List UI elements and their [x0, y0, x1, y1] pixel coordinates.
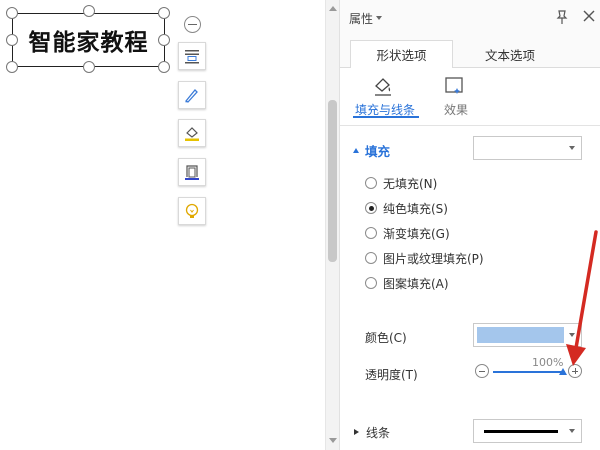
text-box[interactable]: 智能家教程 — [12, 13, 165, 67]
radio-picture-fill[interactable]: 图片或纹理填充(P) — [365, 249, 484, 267]
outline-icon — [185, 165, 199, 180]
chevron-down-icon[interactable] — [376, 16, 382, 20]
increase-transparency-button[interactable] — [568, 364, 582, 378]
panel-tabs: 形状选项 文本选项 — [340, 34, 600, 69]
panel-subtabs: 填充与线条 效果 — [340, 68, 600, 126]
fill-preset-dropdown[interactable] — [473, 136, 582, 160]
resize-handle-top-right[interactable] — [158, 7, 170, 19]
line-section-label: 线条 — [366, 425, 391, 440]
shape-fill-button[interactable] — [178, 119, 206, 147]
collapse-caret-icon — [353, 147, 359, 153]
expand-caret-icon — [354, 429, 359, 435]
radio-pattern-fill[interactable]: 图案填充(A) — [365, 274, 449, 292]
panel-header: 属性 — [340, 0, 600, 34]
subtab-effect[interactable]: 效果 — [421, 73, 491, 125]
color-picker-dropdown[interactable] — [473, 323, 582, 347]
app-window: 智能家教程 属性 形状选项 文本选项 填充与线条 效果 填充 无填充(N) 纯色… — [0, 0, 600, 450]
chevron-down-icon — [569, 429, 575, 433]
radio-button[interactable] — [365, 252, 377, 264]
transparency-slider[interactable] — [493, 371, 565, 373]
radio-label: 无填充(N) — [383, 176, 438, 191]
text-box-content[interactable]: 智能家教程 — [13, 14, 164, 66]
radio-label: 渐变填充(G) — [383, 226, 450, 241]
line-style-dropdown[interactable] — [473, 419, 582, 443]
active-subtab-indicator — [353, 116, 419, 118]
radio-solid-fill[interactable]: 纯色填充(S) — [365, 199, 448, 217]
collapse-icon[interactable] — [184, 16, 201, 33]
layout-options-button[interactable] — [178, 42, 206, 70]
scroll-thumb[interactable] — [328, 100, 337, 262]
radio-button[interactable] — [365, 227, 377, 239]
shape-style-button[interactable] — [178, 81, 206, 109]
plus-icon-vertical — [574, 368, 576, 374]
fill-bucket-icon — [185, 127, 199, 141]
fill-line-icon — [375, 78, 391, 96]
panel-title[interactable]: 属性 — [349, 10, 373, 27]
tab-shape-options[interactable]: 形状选项 — [350, 40, 453, 69]
tab-text-options[interactable]: 文本选项 — [457, 40, 563, 69]
scroll-down-icon[interactable] — [329, 438, 337, 443]
radio-button[interactable] — [365, 177, 377, 189]
chevron-down-icon — [569, 333, 575, 337]
transparency-label: 透明度(T) — [365, 368, 418, 382]
line-style-sample — [484, 430, 558, 433]
panel-content: 填充 无填充(N) 纯色填充(S) 渐变填充(G) 图片或纹理填充(P) 图案填… — [340, 126, 600, 450]
document-canvas[interactable]: 智能家教程 — [0, 0, 325, 450]
minus-icon — [479, 370, 485, 372]
resize-handle-right[interactable] — [158, 34, 170, 46]
radio-label: 图案填充(A) — [383, 276, 449, 291]
resize-handle-bottom-right[interactable] — [158, 61, 170, 73]
resize-handle-left[interactable] — [6, 34, 18, 46]
layout-icon — [185, 50, 199, 64]
shape-outline-button[interactable] — [178, 158, 206, 186]
smart-tips-button[interactable] — [178, 197, 206, 225]
resize-handle-top-left[interactable] — [6, 7, 18, 19]
color-swatch — [477, 327, 564, 343]
vertical-scrollbar[interactable] — [325, 0, 339, 450]
properties-panel: 属性 形状选项 文本选项 填充与线条 效果 填充 无填充(N) 纯色填充(S) … — [339, 0, 600, 450]
resize-handle-bottom-left[interactable] — [6, 61, 18, 73]
pen-style-icon — [184, 89, 198, 103]
line-section-header[interactable]: 线条 — [354, 424, 390, 440]
radio-label: 纯色填充(S) — [383, 201, 448, 216]
resize-handle-bottom[interactable] — [83, 61, 95, 73]
fill-section-label: 填充 — [365, 143, 391, 159]
fill-section-header[interactable]: 填充 — [353, 142, 391, 159]
decrease-transparency-button[interactable] — [475, 364, 489, 378]
pin-icon[interactable] — [554, 9, 570, 25]
close-icon[interactable] — [582, 9, 596, 23]
subtab-effect-label: 效果 — [443, 103, 468, 117]
color-label: 颜色(C) — [365, 331, 407, 345]
chevron-down-icon — [569, 146, 575, 150]
scroll-up-icon[interactable] — [329, 6, 337, 11]
radio-button[interactable] — [365, 277, 377, 289]
radio-button[interactable] — [365, 202, 377, 214]
effect-icon — [445, 77, 463, 94]
radio-label: 图片或纹理填充(P) — [383, 251, 484, 266]
lightbulb-icon — [185, 203, 199, 218]
radio-gradient-fill[interactable]: 渐变填充(G) — [365, 224, 450, 242]
resize-handle-top[interactable] — [83, 5, 95, 17]
transparency-slider-thumb[interactable] — [559, 368, 567, 375]
radio-no-fill[interactable]: 无填充(N) — [365, 174, 437, 192]
